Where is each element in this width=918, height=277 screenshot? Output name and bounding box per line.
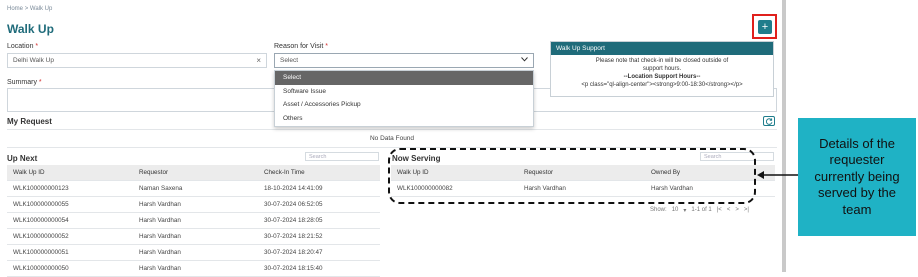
page-size-select[interactable]: 10 xyxy=(672,207,679,214)
reason-label: Reason for Visit * xyxy=(274,43,328,50)
scrollbar[interactable] xyxy=(782,0,786,272)
table-row[interactable]: WLK100000000050 Harsh Vardhan 30-07-2024 1… xyxy=(7,260,380,277)
support-header: Walk Up Support xyxy=(551,42,773,55)
prev-page-icon[interactable]: < xyxy=(727,207,731,214)
checkin-time-cell: 30-07-2024 18:20:47 xyxy=(258,244,380,261)
breadcrumb-home[interactable]: Home xyxy=(7,6,23,12)
breadcrumb: Home > Walk Up xyxy=(7,6,52,12)
annotation-text: Details of the requester currently being… xyxy=(814,135,900,217)
table-row[interactable]: WLK100000000052 Harsh Vardhan 30-07-2024 1… xyxy=(7,228,380,245)
requestor-cell: Harsh Vardhan xyxy=(133,196,258,213)
walkup-id-cell: WLK100000000055 xyxy=(7,196,133,213)
next-page-icon[interactable]: > xyxy=(735,207,739,214)
checkin-time-cell: 30-07-2024 06:52:05 xyxy=(258,196,380,213)
checkin-time-cell: 30-07-2024 18:21:52 xyxy=(258,228,380,245)
column-header[interactable]: Walk Up ID xyxy=(7,165,133,181)
walkup-id-cell: WLK100000000123 xyxy=(7,180,133,197)
table-row[interactable]: WLK100000000055 Harsh Vardhan 30-07-2024 0… xyxy=(7,196,380,213)
table-row[interactable]: WLK100000000123 Naman Saxena 18-10-2024 14… xyxy=(7,180,380,197)
walkup-id-cell: WLK100000000054 xyxy=(7,212,133,229)
reason-dropdown-list: Select Software Issue Asset / Accessorie… xyxy=(274,70,534,127)
requestor-cell: Naman Saxena xyxy=(133,180,258,197)
page-range: 1-1 of 1 xyxy=(691,207,712,213)
summary-label: Summary * xyxy=(7,79,42,86)
now-serving-highlight xyxy=(388,148,756,204)
chevron-down-icon: ▾ xyxy=(683,208,687,214)
refresh-icon xyxy=(765,112,773,130)
support-line: Please note that check-in will be closed… xyxy=(595,58,729,64)
requestor-cell: Harsh Vardhan xyxy=(133,228,258,245)
checkin-time-cell: 30-07-2024 18:15:40 xyxy=(258,260,380,277)
no-data-message: No Data Found xyxy=(369,135,415,142)
walkup-id-cell: WLK100000000050 xyxy=(7,260,133,277)
location-field[interactable]: Delhi Walk Up × xyxy=(7,53,267,68)
location-label: Location * xyxy=(7,43,39,50)
dropdown-option[interactable]: Others xyxy=(275,112,533,126)
clear-icon[interactable]: × xyxy=(256,56,261,65)
column-header[interactable]: Requestor xyxy=(133,165,258,181)
pagination: Show: 10 ▾ 1-1 of 1 |< < > >| xyxy=(650,207,749,214)
location-value: Delhi Walk Up xyxy=(13,57,54,64)
requestor-cell: Harsh Vardhan xyxy=(133,212,258,229)
table-row[interactable]: WLK100000000051 Harsh Vardhan 30-07-2024 1… xyxy=(7,244,380,261)
my-request-title: My Request xyxy=(7,117,52,126)
dropdown-option[interactable]: Select xyxy=(275,71,533,85)
support-hours-heading: --Location Support Hours-- xyxy=(623,74,701,80)
chevron-down-icon xyxy=(521,57,528,64)
requestor-cell: Harsh Vardhan xyxy=(133,244,258,261)
refresh-button[interactable] xyxy=(763,116,775,126)
checkin-time-cell: 18-10-2024 14:41:09 xyxy=(258,180,380,197)
checkin-time-cell: 30-07-2024 18:28:05 xyxy=(258,212,380,229)
page-title: Walk Up xyxy=(7,22,54,36)
page-size-label: Show: xyxy=(650,207,667,213)
up-next-search-input[interactable]: Search xyxy=(305,152,379,161)
last-page-icon[interactable]: >| xyxy=(744,207,749,214)
walkup-id-cell: WLK100000000051 xyxy=(7,244,133,261)
up-next-title: Up Next xyxy=(7,154,38,163)
reason-value: Select xyxy=(280,57,299,64)
first-page-icon[interactable]: |< xyxy=(717,207,722,214)
up-next-table: Walk Up ID Requestor Check-In Time WLK10… xyxy=(7,165,380,277)
support-line: support hours. xyxy=(642,66,682,72)
table-header-row: Walk Up ID Requestor Check-In Time xyxy=(7,165,380,181)
divider xyxy=(7,129,777,130)
requestor-cell: Harsh Vardhan xyxy=(133,260,258,277)
support-panel: Walk Up Support Please note that check-i… xyxy=(550,41,774,97)
reason-select[interactable]: Select xyxy=(274,53,534,68)
callout-arrow xyxy=(757,171,798,179)
table-row[interactable]: WLK100000000054 Harsh Vardhan 30-07-2024 1… xyxy=(7,212,380,229)
breadcrumb-current: Walk Up xyxy=(29,6,53,12)
support-line: <p class="ql-align-center"><strong>9:00-… xyxy=(581,82,743,88)
breadcrumb-separator: > xyxy=(24,6,29,12)
annotation-callout: Details of the requester currently being… xyxy=(798,118,916,236)
highlight-box xyxy=(752,14,777,39)
walkup-id-cell: WLK100000000052 xyxy=(7,228,133,245)
column-header[interactable]: Check-In Time xyxy=(258,165,380,181)
dropdown-option[interactable]: Software Issue xyxy=(275,85,533,99)
dropdown-option[interactable]: Asset / Accessories Pickup xyxy=(275,98,533,112)
